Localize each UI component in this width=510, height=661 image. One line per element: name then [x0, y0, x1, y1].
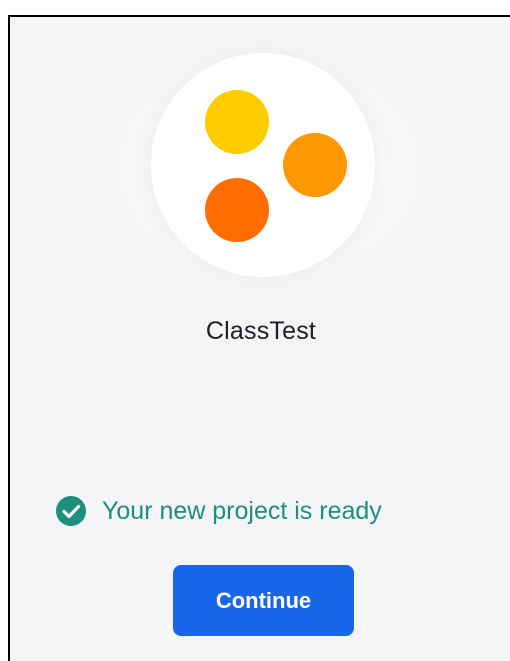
project-logo	[151, 53, 375, 277]
continue-button[interactable]: Continue	[173, 565, 354, 636]
status-message: Your new project is ready	[55, 493, 382, 529]
check-circle-icon	[55, 495, 87, 527]
project-created-panel: ClassTest Your new project is ready Cont…	[8, 15, 510, 661]
logo-dot-yellow	[205, 90, 269, 154]
status-text: Your new project is ready	[102, 496, 382, 525]
project-name: ClassTest	[205, 317, 317, 345]
logo-dot-dark-orange	[205, 178, 269, 242]
logo-dot-orange	[283, 133, 347, 197]
